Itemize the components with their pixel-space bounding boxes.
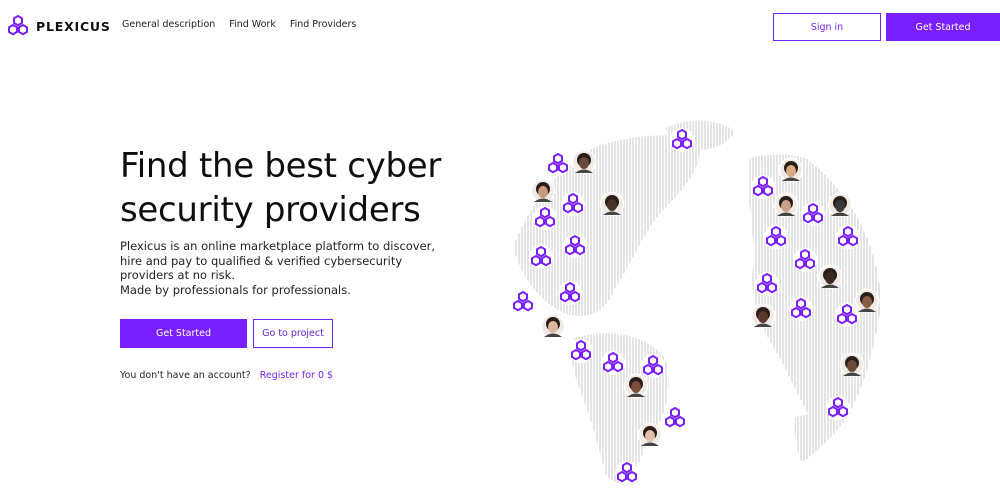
- plexicus-node-icon: [601, 351, 625, 375]
- plexicus-node-icon: [615, 461, 639, 485]
- plexicus-node-icon: [529, 245, 553, 269]
- nav-find-work[interactable]: Find Work: [229, 19, 276, 30]
- provider-avatar: [839, 352, 865, 378]
- hero-title: Find the best cyber security providers: [120, 144, 490, 232]
- no-account-text: You don't have an account?: [120, 370, 251, 381]
- plexicus-node-icon: [511, 290, 535, 314]
- plexicus-node-icon: [755, 272, 779, 296]
- plexicus-node-icon: [663, 406, 687, 430]
- plexicus-node-icon: [835, 303, 859, 327]
- plexicus-node-icon: [751, 175, 775, 199]
- plexicus-node-icon: [561, 192, 585, 216]
- go-to-project-button[interactable]: Go to project: [253, 319, 333, 348]
- provider-avatar: [637, 422, 663, 448]
- hero-get-started-button[interactable]: Get Started: [120, 319, 247, 348]
- nav-general-description[interactable]: General description: [122, 19, 215, 30]
- plexicus-node-icon: [569, 339, 593, 363]
- nav-find-providers[interactable]: Find Providers: [290, 19, 357, 30]
- provider-avatar: [827, 192, 853, 218]
- hero-description-line: providers at no risk.: [120, 268, 235, 282]
- register-prompt: You don't have an account? Register for …: [120, 370, 333, 381]
- plexicus-node-icon: [641, 354, 665, 378]
- provider-avatar: [623, 373, 649, 399]
- hero-description-line: Made by professionals for professionals.: [120, 282, 351, 297]
- sign-in-button[interactable]: Sign in: [773, 13, 881, 41]
- brand-name: PLEXICUS: [36, 18, 111, 34]
- provider-avatar: [817, 264, 843, 290]
- provider-avatar: [540, 313, 566, 339]
- plexicus-logo[interactable]: PLEXICUS: [6, 14, 111, 38]
- provider-avatar: [530, 178, 556, 204]
- plexicus-node-icon: [670, 128, 694, 152]
- provider-avatar: [778, 157, 804, 183]
- plexicus-node-icon: [801, 202, 825, 226]
- plexicus-node-icon: [558, 281, 582, 305]
- provider-avatar: [750, 303, 776, 329]
- plexicus-node-icon: [789, 297, 813, 321]
- plexicus-node-icon: [826, 396, 850, 420]
- main-nav: General description Find Work Find Provi…: [122, 19, 356, 30]
- header-get-started-button[interactable]: Get Started: [886, 13, 1000, 41]
- plexicus-node-icon: [563, 234, 587, 258]
- hero-description-line: Plexicus is an online marketplace platfo…: [120, 239, 436, 253]
- provider-avatar: [854, 288, 880, 314]
- plexicus-node-icon: [533, 206, 557, 230]
- provider-avatar: [571, 149, 597, 175]
- register-link[interactable]: Register for 0 $: [260, 370, 333, 381]
- world-globe-illustration: [511, 121, 880, 498]
- provider-avatar: [773, 192, 799, 218]
- plexicus-node-icon: [546, 152, 570, 176]
- provider-avatar: [599, 191, 625, 217]
- hero-description: Plexicus is an online marketplace platfo…: [120, 239, 460, 297]
- hero-title-line-2: security providers: [120, 190, 421, 230]
- plexicus-logo-icon: [8, 14, 28, 36]
- globe-hatch-lines: [512, 121, 880, 498]
- hero-description-line: hire and pay to qualified & verified cyb…: [120, 253, 403, 268]
- plexicus-node-icon: [764, 225, 788, 249]
- plexicus-node-icon: [793, 248, 817, 272]
- plexicus-node-icon: [836, 225, 860, 249]
- hero-title-line-1: Find the best cyber: [120, 146, 442, 186]
